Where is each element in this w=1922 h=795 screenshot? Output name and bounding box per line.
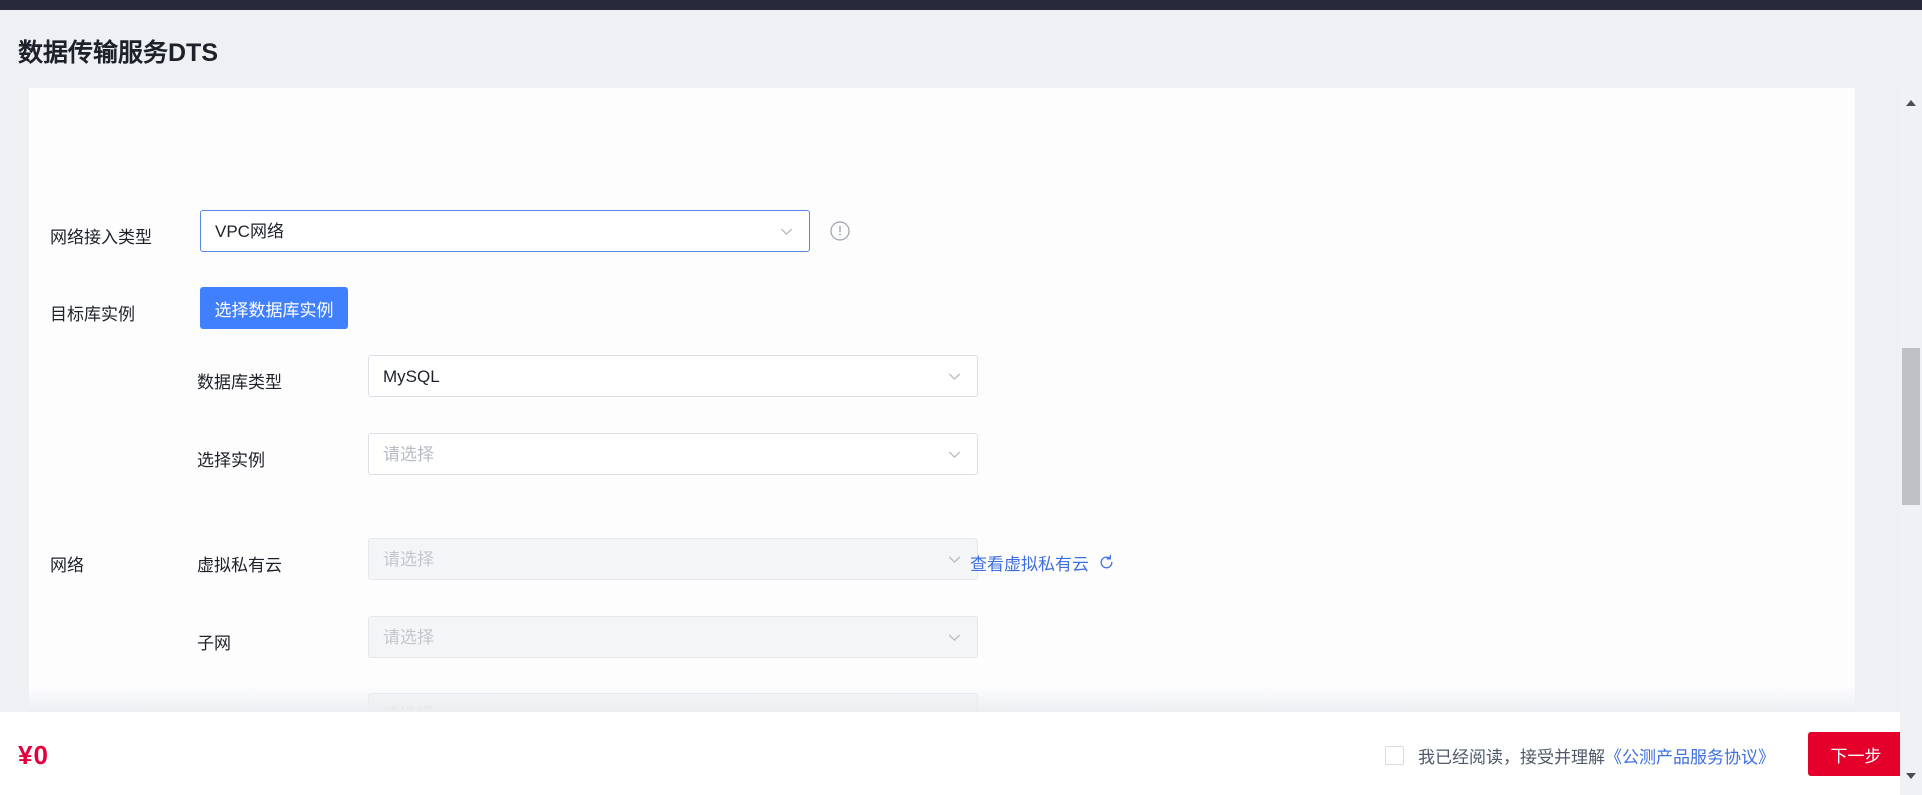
chevron-down-icon [946, 551, 963, 568]
scrollbar-thumb[interactable] [1902, 348, 1920, 505]
total-price: ¥0 [18, 740, 49, 770]
agreement-row: 我已经阅读，接受并理解 《公测产品服务协议》 [1385, 743, 1775, 768]
select-instance-select[interactable]: 请选择 [368, 433, 978, 475]
agreement-checkbox[interactable] [1385, 746, 1404, 765]
chevron-down-icon [778, 223, 795, 240]
next-step-button[interactable]: 下一步 [1808, 732, 1904, 776]
page-title: 数据传输服务DTS [18, 39, 219, 67]
vpc-select[interactable]: 请选择 [368, 538, 978, 580]
form-card: 网络接入类型 VPC网络 目标库实例 选择数据库实例 数据库类型 MySQL 选… [29, 88, 1855, 712]
select-database-instance-button[interactable]: 选择数据库实例 [200, 287, 348, 329]
security-group-select[interactable]: 请选择 [368, 693, 978, 712]
caret-down-icon[interactable] [1900, 765, 1922, 787]
chevron-down-icon [946, 629, 963, 646]
view-vpc-link[interactable]: 查看虚拟私有云 [970, 550, 1089, 575]
subnet-select[interactable]: 请选择 [368, 616, 978, 658]
label-network: 网络 [50, 556, 84, 575]
label-select-instance: 选择实例 [197, 451, 265, 470]
app-root: 数据传输服务DTS 网络接入类型 VPC网络 目标库实例 选择数据库实例 数据库… [0, 0, 1922, 795]
label-subnet: 子网 [197, 634, 231, 653]
database-type-select[interactable]: MySQL [368, 355, 978, 397]
network-access-type-value: VPC网络 [215, 221, 284, 241]
chevron-down-icon [946, 368, 963, 385]
label-network-access-type: 网络接入类型 [50, 228, 152, 247]
label-database-type: 数据库类型 [197, 373, 282, 392]
agreement-text: 我已经阅读，接受并理解 [1418, 748, 1605, 767]
label-vpc: 虚拟私有云 [197, 556, 282, 575]
agreement-link[interactable]: 《公测产品服务协议》 [1605, 743, 1775, 768]
chevron-down-icon [946, 446, 963, 463]
select-instance-placeholder: 请选择 [383, 444, 434, 464]
view-vpc-link-group[interactable]: 查看虚拟私有云 [970, 550, 1115, 575]
caret-up-icon[interactable] [1900, 92, 1922, 114]
top-navigation-bar [0, 0, 1922, 10]
refresh-icon[interactable] [1098, 554, 1115, 571]
exclamation-circle-icon[interactable] [829, 220, 851, 242]
vpc-placeholder: 请选择 [383, 549, 434, 569]
database-type-value: MySQL [383, 366, 440, 386]
vertical-scrollbar[interactable] [1900, 88, 1922, 795]
subnet-placeholder: 请选择 [383, 627, 434, 647]
network-access-type-select[interactable]: VPC网络 [200, 210, 810, 252]
label-target-database-instance: 目标库实例 [50, 305, 135, 324]
footer-bar: ¥0 我已经阅读，接受并理解 《公测产品服务协议》 下一步 [0, 712, 1922, 795]
